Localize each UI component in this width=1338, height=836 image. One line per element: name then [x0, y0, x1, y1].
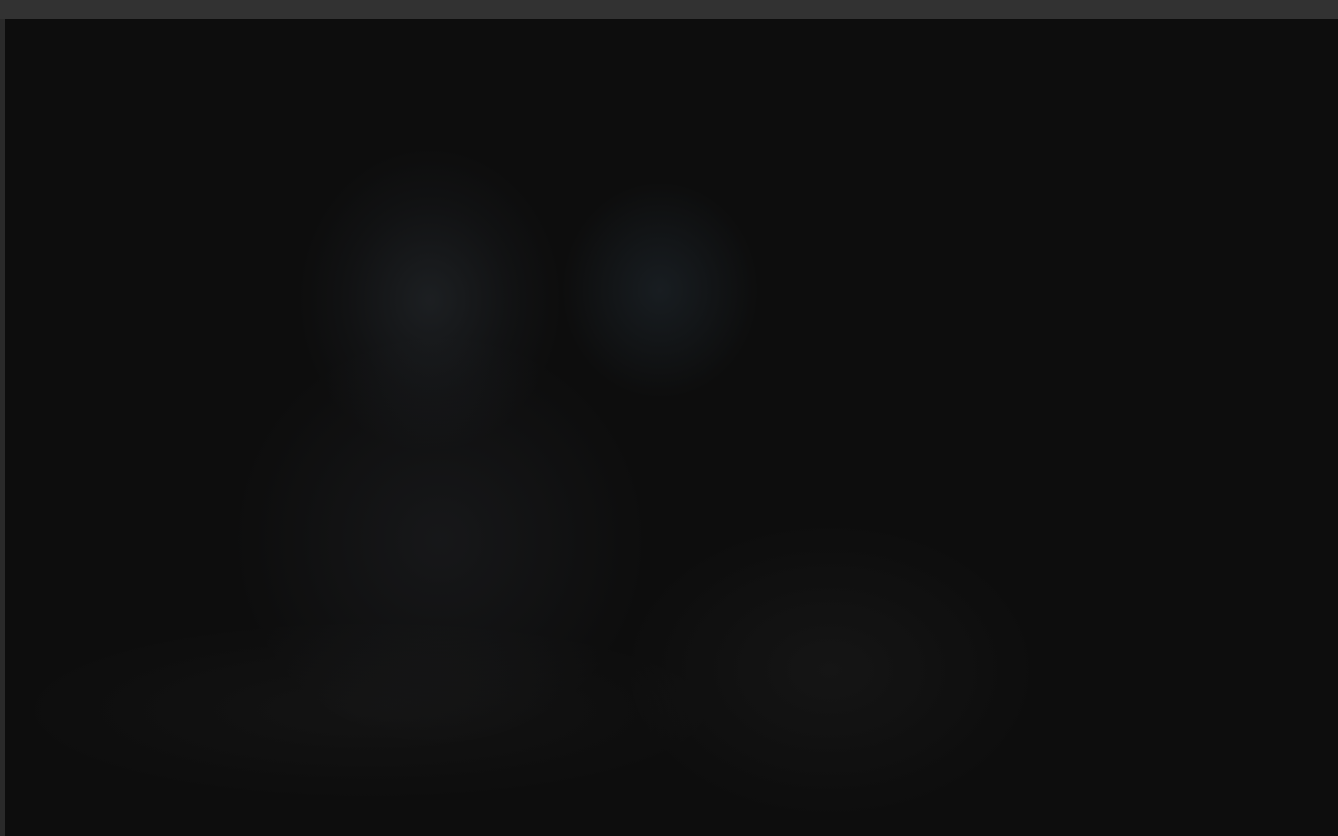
prompt-space-2: [32, 147, 45, 172]
prompt-space-1: [19, 147, 32, 172]
terminal-screen[interactable]: [5, 19, 1338, 836]
terminal-window: [0, 0, 1338, 836]
carrier-line: [19, 291, 1338, 329]
base64-line: [19, 780, 1338, 818]
base64-line: [19, 554, 1338, 592]
base64-line: [19, 442, 1338, 480]
window-title-bar[interactable]: [0, 0, 1338, 19]
base64-line: [19, 667, 1338, 705]
prompt-line-command: [19, 141, 1338, 179]
